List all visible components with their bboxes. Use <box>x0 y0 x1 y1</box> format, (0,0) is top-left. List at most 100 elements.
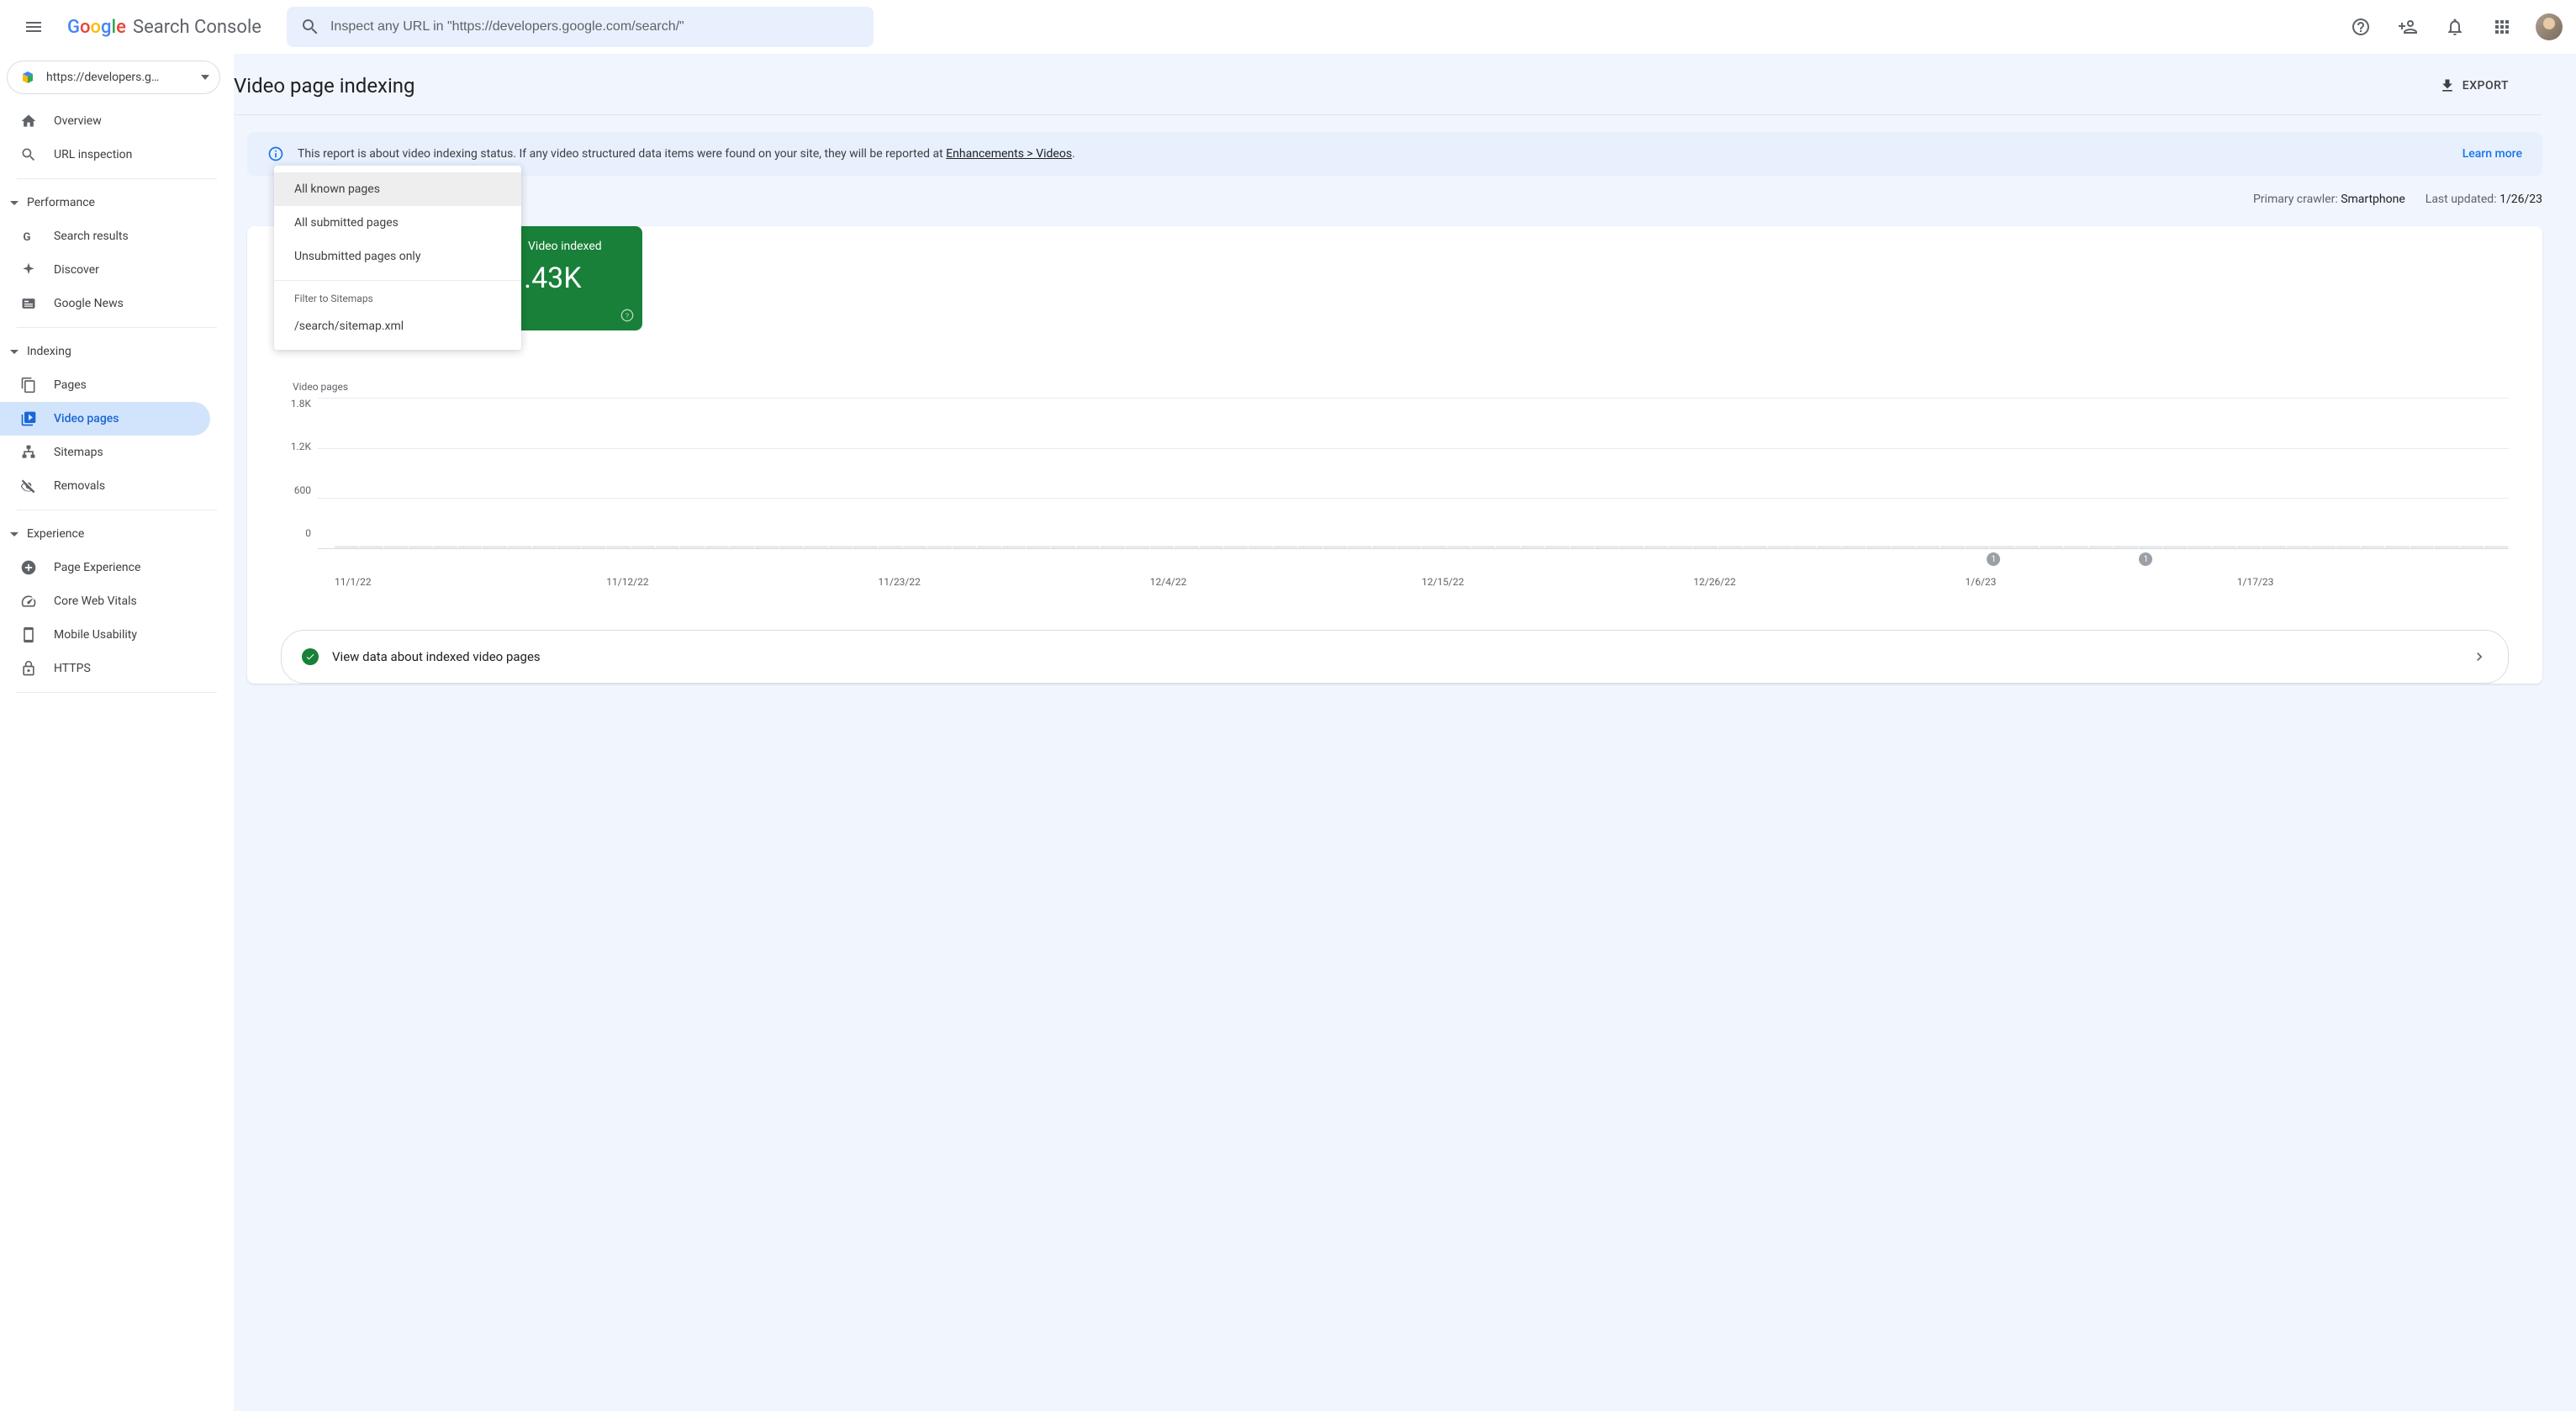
bar[interactable] <box>1150 546 1174 548</box>
bar[interactable] <box>1966 546 1989 548</box>
bar[interactable] <box>2410 546 2434 548</box>
bar[interactable] <box>606 546 630 548</box>
bar[interactable] <box>1224 546 1248 548</box>
export-button[interactable]: EXPORT <box>2439 77 2509 94</box>
bar[interactable] <box>1027 546 1050 548</box>
sidebar-item-video-pages[interactable]: Video pages <box>0 402 210 436</box>
bar[interactable] <box>755 546 779 548</box>
bar[interactable] <box>1397 546 1421 548</box>
help-icon[interactable]: ? <box>620 309 634 322</box>
dropdown-item-sitemap[interactable]: /search/sitemap.xml <box>274 309 521 343</box>
bar[interactable] <box>2064 546 2088 548</box>
bar[interactable] <box>483 546 506 548</box>
sidebar-item-search-results[interactable]: G Search results <box>0 219 210 253</box>
bar[interactable] <box>903 546 926 548</box>
bar[interactable] <box>557 546 581 548</box>
bar[interactable] <box>1570 546 1594 548</box>
bar[interactable] <box>1248 546 1272 548</box>
bar[interactable] <box>879 546 902 548</box>
event-marker[interactable]: 1 <box>2139 552 2152 566</box>
bar[interactable] <box>1866 546 1890 548</box>
bar[interactable] <box>656 546 679 548</box>
sidebar-item-https[interactable]: HTTPS <box>0 652 210 685</box>
bar[interactable] <box>705 546 729 548</box>
product-logo[interactable]: Google Search Console <box>67 17 261 38</box>
bar[interactable] <box>409 546 432 548</box>
bar[interactable] <box>508 546 531 548</box>
bar[interactable] <box>1545 546 1569 548</box>
sidebar-section-indexing[interactable]: Indexing <box>0 335 234 368</box>
bar[interactable] <box>1669 546 1692 548</box>
bar[interactable] <box>532 546 556 548</box>
bar[interactable] <box>1471 546 1495 548</box>
plot-area[interactable] <box>318 398 2509 549</box>
bar[interactable] <box>2435 546 2458 548</box>
bar[interactable] <box>1175 546 1198 548</box>
sidebar-item-url-inspection[interactable]: URL inspection <box>0 138 210 172</box>
bar[interactable] <box>853 546 877 548</box>
bar[interactable] <box>335 546 358 548</box>
bar[interactable] <box>953 546 976 548</box>
sidebar-item-overview[interactable]: Overview <box>0 104 210 138</box>
page-filter-dropdown[interactable]: All known pages All submitted pages Unsu… <box>274 166 521 350</box>
bar[interactable] <box>1940 546 1964 548</box>
bar[interactable] <box>1200 546 1223 548</box>
bar[interactable] <box>1323 546 1347 548</box>
account-avatar[interactable] <box>2536 13 2563 40</box>
bar[interactable] <box>2287 546 2310 548</box>
help-button[interactable] <box>2341 7 2381 47</box>
bar[interactable] <box>1348 546 1371 548</box>
bar[interactable] <box>384 546 408 548</box>
bar[interactable] <box>1126 546 1149 548</box>
bar[interactable] <box>2262 546 2285 548</box>
bar[interactable] <box>2015 546 2039 548</box>
bar[interactable] <box>1842 546 1866 548</box>
bar[interactable] <box>1817 546 1840 548</box>
enhancements-link[interactable]: Enhancements > Videos <box>946 147 1072 161</box>
notifications-button[interactable] <box>2435 7 2475 47</box>
bar[interactable] <box>1496 546 1519 548</box>
hamburger-menu-button[interactable] <box>13 7 54 47</box>
bar[interactable] <box>2213 546 2236 548</box>
sidebar-item-core-web-vitals[interactable]: Core Web Vitals <box>0 584 210 618</box>
bar[interactable] <box>2460 546 2484 548</box>
bar[interactable] <box>2336 546 2360 548</box>
bar[interactable] <box>2484 546 2508 548</box>
bar[interactable] <box>1274 546 1297 548</box>
bar[interactable] <box>458 546 482 548</box>
bar[interactable] <box>1693 546 1717 548</box>
url-inspect-search[interactable] <box>287 7 874 47</box>
bar[interactable] <box>2114 546 2137 548</box>
bar[interactable] <box>927 546 951 548</box>
bar[interactable] <box>680 546 704 548</box>
bar[interactable] <box>1718 546 1742 548</box>
add-user-button[interactable] <box>2388 7 2428 47</box>
sidebar-item-removals[interactable]: Removals <box>0 469 210 503</box>
search-input[interactable] <box>330 19 860 34</box>
bar[interactable] <box>1916 546 1940 548</box>
bar[interactable] <box>1521 546 1544 548</box>
dropdown-item-unsubmitted[interactable]: Unsubmitted pages only <box>274 240 521 273</box>
property-selector[interactable]: https://developers.g… <box>7 61 220 94</box>
sidebar-item-sitemaps[interactable]: Sitemaps <box>0 436 210 469</box>
sidebar-section-performance[interactable]: Performance <box>0 186 234 219</box>
bar[interactable] <box>1768 546 1792 548</box>
bar[interactable] <box>1372 546 1396 548</box>
bar[interactable] <box>1447 546 1470 548</box>
sidebar-item-page-experience[interactable]: Page Experience <box>0 551 210 584</box>
bar[interactable] <box>2139 546 2162 548</box>
bar[interactable] <box>359 546 383 548</box>
bar[interactable] <box>829 546 853 548</box>
bar[interactable] <box>2385 546 2409 548</box>
bar[interactable] <box>2089 546 2113 548</box>
dropdown-item-all-submitted[interactable]: All submitted pages <box>274 206 521 240</box>
apps-button[interactable] <box>2482 7 2522 47</box>
bar[interactable] <box>2311 546 2335 548</box>
bar[interactable] <box>1002 546 1026 548</box>
sidebar-section-experience[interactable]: Experience <box>0 517 234 551</box>
sidebar-item-google-news[interactable]: Google News <box>0 287 210 320</box>
bar[interactable] <box>2040 546 2063 548</box>
dropdown-item-all-known[interactable]: All known pages <box>274 172 521 206</box>
bar[interactable] <box>434 546 457 548</box>
bar[interactable] <box>2188 546 2211 548</box>
